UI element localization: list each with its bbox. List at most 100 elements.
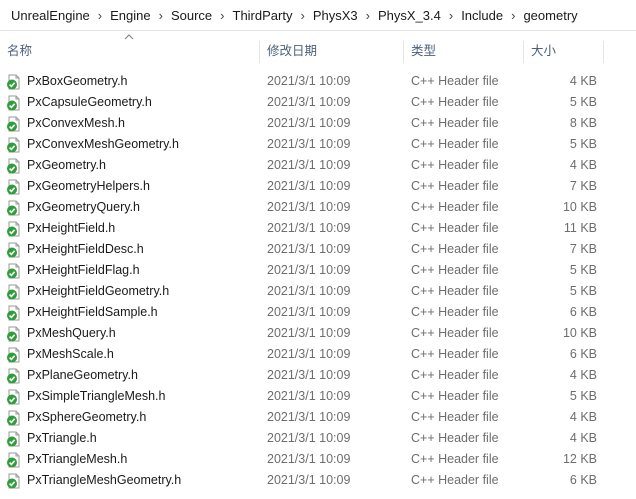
- file-date: 2021/3/1 10:09: [267, 242, 351, 256]
- file-row[interactable]: PxGeometryQuery.h 2021/3/1 10:09 C++ Heade…: [0, 197, 636, 218]
- file-row[interactable]: PxPlaneGeometry.h 2021/3/1 10:09 C++ Heade…: [0, 365, 636, 386]
- file-row[interactable]: PxBoxGeometry.h 2021/3/1 10:09 C++ Header …: [0, 71, 636, 92]
- file-name: PxTriangleMeshGeometry.h: [27, 473, 182, 487]
- file-size: 4 KB: [569, 368, 597, 382]
- chevron-right-icon[interactable]: ›: [444, 8, 458, 23]
- header-file-sync-ok-icon: [6, 221, 22, 237]
- header-file-sync-ok-icon: [6, 74, 22, 90]
- file-type: C++ Header file: [411, 200, 499, 214]
- breadcrumb-item[interactable]: Include: [458, 8, 506, 23]
- file-name: PxHeightField.h: [27, 221, 116, 235]
- breadcrumb-item[interactable]: geometry: [520, 8, 580, 23]
- file-date: 2021/3/1 10:09: [267, 137, 351, 151]
- file-date: 2021/3/1 10:09: [267, 200, 351, 214]
- chevron-right-icon[interactable]: ›: [215, 8, 229, 23]
- breadcrumb-item[interactable]: PhysX_3.4: [375, 8, 444, 23]
- column-divider[interactable]: [259, 41, 260, 63]
- file-row[interactable]: PxSphereGeometry.h 2021/3/1 10:09 C++ Head…: [0, 407, 636, 428]
- file-name: PxHeightFieldSample.h: [27, 305, 158, 319]
- breadcrumb-item[interactable]: ThirdParty: [230, 8, 296, 23]
- file-type: C++ Header file: [411, 452, 499, 466]
- file-name: PxSphereGeometry.h: [27, 410, 147, 424]
- column-divider[interactable]: [403, 41, 404, 63]
- file-row[interactable]: PxTriangleMeshGeometry.h 2021/3/1 10:09 C+…: [0, 470, 636, 491]
- file-size: 10 KB: [562, 326, 597, 340]
- file-row[interactable]: PxHeightFieldGeometry.h 2021/3/1 10:09 C++…: [0, 281, 636, 302]
- file-name: PxHeightFieldFlag.h: [27, 263, 140, 277]
- header-file-sync-ok-icon: [6, 158, 22, 174]
- file-name: PxPlaneGeometry.h: [27, 368, 138, 382]
- column-divider[interactable]: [523, 41, 524, 63]
- header-file-sync-ok-icon: [6, 410, 22, 426]
- column-header-row: 名称 修改日期 类型 大小: [0, 34, 636, 65]
- file-row[interactable]: PxSimpleTriangleMesh.h 2021/3/1 10:09 C++ …: [0, 386, 636, 407]
- breadcrumb-item[interactable]: Source: [168, 8, 215, 23]
- file-row[interactable]: PxHeightFieldSample.h 2021/3/1 10:09 C++ H…: [0, 302, 636, 323]
- file-type: C++ Header file: [411, 158, 499, 172]
- file-size: 6 KB: [569, 347, 597, 361]
- file-name: PxCapsuleGeometry.h: [27, 95, 152, 109]
- column-divider[interactable]: [603, 41, 604, 63]
- file-date: 2021/3/1 10:09: [267, 347, 351, 361]
- header-file-sync-ok-icon: [6, 368, 22, 384]
- column-header-type[interactable]: 类型: [411, 37, 436, 65]
- file-name: PxTriangleMesh.h: [27, 452, 128, 466]
- file-name: PxGeometry.h: [27, 158, 106, 172]
- file-row[interactable]: PxConvexMesh.h 2021/3/1 10:09 C++ Header f…: [0, 113, 636, 134]
- chevron-right-icon[interactable]: ›: [361, 8, 375, 23]
- file-row[interactable]: PxGeometryHelpers.h 2021/3/1 10:09 C++ Hea…: [0, 176, 636, 197]
- file-date: 2021/3/1 10:09: [267, 158, 351, 172]
- file-date: 2021/3/1 10:09: [267, 95, 351, 109]
- header-file-sync-ok-icon: [6, 284, 22, 300]
- file-row[interactable]: PxCapsuleGeometry.h 2021/3/1 10:09 C++ Hea…: [0, 92, 636, 113]
- file-size: 4 KB: [569, 431, 597, 445]
- file-row[interactable]: PxHeightField.h 2021/3/1 10:09 C++ Header …: [0, 218, 636, 239]
- file-size: 7 KB: [569, 242, 597, 256]
- header-file-sync-ok-icon: [6, 326, 22, 342]
- file-row[interactable]: PxConvexMeshGeometry.h 2021/3/1 10:09 C++ …: [0, 134, 636, 155]
- sort-ascending-icon: [124, 34, 134, 40]
- file-row[interactable]: PxMeshQuery.h 2021/3/1 10:09 C++ Header fi…: [0, 323, 636, 344]
- header-file-sync-ok-icon: [6, 95, 22, 111]
- file-date: 2021/3/1 10:09: [267, 326, 351, 340]
- file-type: C++ Header file: [411, 347, 499, 361]
- file-type: C++ Header file: [411, 305, 499, 319]
- chevron-right-icon[interactable]: ›: [506, 8, 520, 23]
- file-type: C++ Header file: [411, 95, 499, 109]
- file-size: 4 KB: [569, 74, 597, 88]
- file-type: C++ Header file: [411, 284, 499, 298]
- file-type: C++ Header file: [411, 179, 499, 193]
- file-row[interactable]: PxGeometry.h 2021/3/1 10:09 C++ Header fil…: [0, 155, 636, 176]
- file-date: 2021/3/1 10:09: [267, 74, 351, 88]
- header-file-sync-ok-icon: [6, 116, 22, 132]
- breadcrumb-item[interactable]: PhysX3: [310, 8, 361, 23]
- file-row[interactable]: PxTriangleMesh.h 2021/3/1 10:09 C++ Header…: [0, 449, 636, 470]
- chevron-right-icon[interactable]: ›: [154, 8, 168, 23]
- file-size: 5 KB: [569, 284, 597, 298]
- file-date: 2021/3/1 10:09: [267, 179, 351, 193]
- file-type: C++ Header file: [411, 263, 499, 277]
- file-type: C++ Header file: [411, 326, 499, 340]
- file-name: PxHeightFieldDesc.h: [27, 242, 144, 256]
- file-date: 2021/3/1 10:09: [267, 368, 351, 382]
- chevron-right-icon[interactable]: ›: [93, 8, 107, 23]
- column-header-size[interactable]: 大小: [531, 37, 556, 65]
- file-date: 2021/3/1 10:09: [267, 410, 351, 424]
- file-type: C++ Header file: [411, 137, 499, 151]
- chevron-right-icon[interactable]: ›: [295, 8, 309, 23]
- file-type: C++ Header file: [411, 368, 499, 382]
- file-date: 2021/3/1 10:09: [267, 473, 351, 487]
- breadcrumb-item[interactable]: UnrealEngine: [8, 8, 93, 23]
- file-name: PxGeometryHelpers.h: [27, 179, 150, 193]
- file-row[interactable]: PxTriangle.h 2021/3/1 10:09 C++ Header fil…: [0, 428, 636, 449]
- file-size: 4 KB: [569, 410, 597, 424]
- breadcrumb-item[interactable]: Engine: [107, 8, 153, 23]
- column-header-name[interactable]: 名称: [7, 37, 32, 65]
- header-file-sync-ok-icon: [6, 431, 22, 447]
- file-row[interactable]: PxHeightFieldFlag.h 2021/3/1 10:09 C++ Hea…: [0, 260, 636, 281]
- file-row[interactable]: PxMeshScale.h 2021/3/1 10:09 C++ Header fi…: [0, 344, 636, 365]
- file-row[interactable]: PxHeightFieldDesc.h 2021/3/1 10:09 C++ Hea…: [0, 239, 636, 260]
- column-header-date[interactable]: 修改日期: [267, 37, 317, 65]
- file-date: 2021/3/1 10:09: [267, 263, 351, 277]
- file-name: PxGeometryQuery.h: [27, 200, 141, 214]
